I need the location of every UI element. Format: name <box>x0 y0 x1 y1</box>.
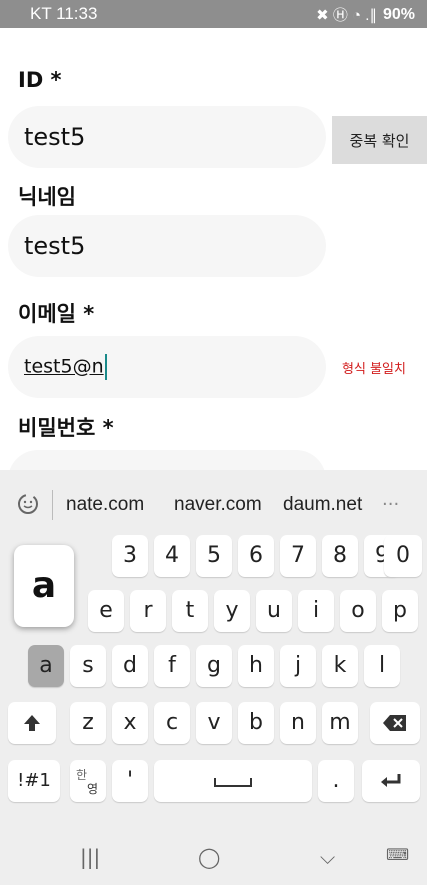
key-3[interactable]: 3 <box>112 535 148 577</box>
key-o[interactable]: o <box>340 590 376 632</box>
key-z[interactable]: z <box>70 702 106 744</box>
key-b[interactable]: b <box>238 702 274 744</box>
symbols-key[interactable]: !#1 <box>8 760 60 802</box>
lang-key-bottom: 영 <box>87 782 99 796</box>
id-field[interactable]: test5 <box>8 106 326 168</box>
keyboard-toggle-button[interactable]: ⌨ <box>386 845 409 864</box>
status-bar: KT 11:33 ✖ Ⓗ ◔ .∥ 90% <box>0 0 427 28</box>
email-value: test5@n <box>24 355 104 378</box>
key-8[interactable]: 8 <box>322 535 358 577</box>
space-icon <box>214 778 252 787</box>
enter-key[interactable] <box>362 760 420 802</box>
suggestion-item[interactable]: naver.com <box>174 494 262 516</box>
password-label: 비밀번호 * <box>18 416 114 440</box>
key-preview-bubble: a <box>14 545 74 627</box>
duplicate-check-button[interactable]: 중복 확인 <box>332 116 427 164</box>
key-7[interactable]: 7 <box>280 535 316 577</box>
backspace-icon <box>383 715 406 731</box>
signal-icons: ✖ Ⓗ ◔ .∥ <box>316 7 377 24</box>
key-f[interactable]: f <box>154 645 190 687</box>
email-label: 이메일 * <box>18 302 95 326</box>
key-y[interactable]: y <box>214 590 250 632</box>
key-i[interactable]: i <box>298 590 334 632</box>
key-d[interactable]: d <box>112 645 148 687</box>
key-x[interactable]: x <box>112 702 148 744</box>
email-error-text: 형식 불일치 <box>342 362 406 377</box>
nickname-value: test5 <box>24 232 86 260</box>
carrier-time: KT 11:33 <box>30 4 98 23</box>
key-n[interactable]: n <box>280 702 316 744</box>
battery-level: 90% <box>382 5 415 23</box>
key-0[interactable]: 0 <box>384 535 422 577</box>
key-r[interactable]: r <box>130 590 166 632</box>
id-label: ID * <box>18 68 62 92</box>
suggestion-item[interactable]: nate.com <box>66 494 144 516</box>
key-4[interactable]: 4 <box>154 535 190 577</box>
key-j[interactable]: j <box>280 645 316 687</box>
shift-key[interactable] <box>8 702 56 744</box>
home-button[interactable]: ◯ <box>198 845 220 869</box>
key-g[interactable]: g <box>196 645 232 687</box>
space-key[interactable] <box>154 760 312 802</box>
apostrophe-key[interactable]: ' <box>112 760 148 802</box>
key-m[interactable]: m <box>322 702 358 744</box>
key-e[interactable]: e <box>88 590 124 632</box>
language-key[interactable]: 한 영 <box>70 760 106 802</box>
more-suggestions-button[interactable]: ··· <box>382 494 399 515</box>
recent-apps-button[interactable]: ||| <box>80 845 100 869</box>
nickname-field[interactable]: test5 <box>8 215 326 277</box>
key-6[interactable]: 6 <box>238 535 274 577</box>
key-a[interactable]: a <box>28 645 64 687</box>
key-5[interactable]: 5 <box>196 535 232 577</box>
key-k[interactable]: k <box>322 645 358 687</box>
id-value: test5 <box>24 123 86 151</box>
status-icons: ✖ Ⓗ ◔ .∥ 90% <box>316 4 415 25</box>
suggestion-item[interactable]: daum.net <box>283 494 362 516</box>
key-t[interactable]: t <box>172 590 208 632</box>
shift-icon <box>24 715 40 731</box>
nickname-label: 닉네임 <box>18 185 76 209</box>
key-v[interactable]: v <box>196 702 232 744</box>
key-s[interactable]: s <box>70 645 106 687</box>
enter-icon <box>381 774 401 787</box>
backspace-key[interactable] <box>370 702 420 744</box>
refresh-emoji-icon[interactable] <box>14 490 42 518</box>
key-h[interactable]: h <box>238 645 274 687</box>
suggestion-divider <box>52 490 53 520</box>
key-l[interactable]: l <box>364 645 400 687</box>
text-caret <box>104 354 107 380</box>
period-key[interactable]: . <box>318 760 354 802</box>
email-field[interactable]: test5@n <box>8 336 326 398</box>
key-u[interactable]: u <box>256 590 292 632</box>
key-p[interactable]: p <box>382 590 418 632</box>
back-button[interactable]: ⌵ <box>320 845 335 869</box>
key-c[interactable]: c <box>154 702 190 744</box>
lang-key-top: 한 <box>76 768 88 782</box>
